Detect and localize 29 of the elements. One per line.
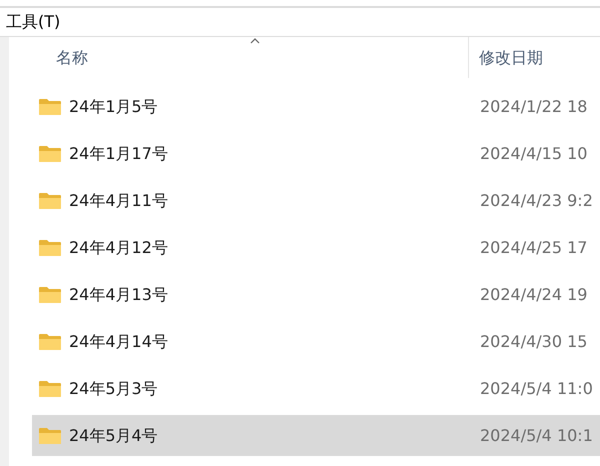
- modified-date: 2024/5/4 10:1: [479, 424, 593, 446]
- folder-icon: [38, 426, 62, 444]
- folder-icon: [38, 332, 62, 350]
- column-header[interactable]: 修改日期: [469, 37, 600, 78]
- file-row[interactable]: 24年5月4号 2024/5/4 10:1: [32, 415, 600, 456]
- folder-icon: [38, 144, 62, 162]
- menu-item[interactable]: 工具(T): [6, 14, 60, 30]
- file-name: 24年5月4号: [69, 424, 158, 446]
- sort-caret-icon: [250, 38, 260, 44]
- modified-date: 2024/5/4 11:0: [479, 378, 593, 400]
- folder-icon: [38, 286, 62, 304]
- folder-icon: [38, 380, 62, 398]
- modified-date: 2024/1/22 18: [479, 96, 588, 118]
- file-name: 24年1月5号: [69, 96, 158, 118]
- modified-date: 2024/4/25 17: [479, 236, 588, 258]
- folder-icon: [38, 98, 62, 116]
- folder-icon: [38, 192, 62, 210]
- file-name: 24年1月17号: [69, 142, 168, 164]
- modified-date: 2024/4/24 19: [479, 284, 588, 306]
- column-header[interactable]: 名称: [32, 37, 469, 78]
- file-name: 24年5月3号: [69, 378, 158, 400]
- modified-date: 2024/4/23 9:2: [479, 190, 593, 212]
- modified-date: 2024/4/30 15: [479, 330, 588, 352]
- file-name: 24年4月11号: [69, 190, 168, 212]
- file-name: 24年4月12号: [69, 236, 168, 258]
- file-name: 24年4月14号: [69, 330, 168, 352]
- modified-date: 2024/4/15 10: [479, 142, 588, 164]
- folder-icon: [38, 238, 62, 256]
- file-name: 24年4月13号: [69, 284, 168, 306]
